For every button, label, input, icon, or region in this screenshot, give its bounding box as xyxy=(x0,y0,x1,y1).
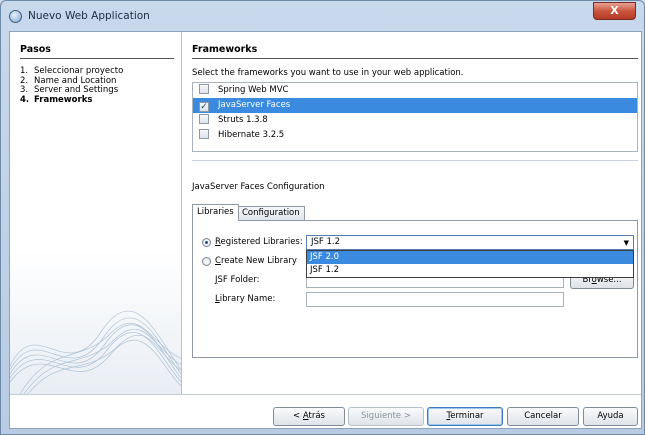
next-button[interactable]: Siguiente > xyxy=(348,407,424,426)
registered-libraries-label: Registered Libraries: xyxy=(215,237,303,247)
dialog-client-area: Pasos 1. Seleccionar proyecto 2. Name and … xyxy=(9,31,642,429)
framework-checkbox[interactable] xyxy=(199,84,209,94)
window-title: Nuevo Web Application xyxy=(28,10,150,22)
tab-libraries[interactable]: Libraries xyxy=(192,204,239,221)
chevron-down-icon[interactable]: ▼ xyxy=(624,237,629,250)
framework-label: Spring Web MVC xyxy=(218,85,289,95)
finish-button[interactable]: Terminar xyxy=(427,407,503,426)
framework-label: JavaServer Faces xyxy=(218,100,291,110)
framework-item-hibernate[interactable]: Hibernate 3.2.5 xyxy=(193,128,637,143)
jsf-folder-label: JSF Folder: xyxy=(215,275,260,285)
page-title: Frameworks xyxy=(192,44,258,55)
wizard-window: Nuevo Web Application X Pasos 1. Seleccio… xyxy=(0,0,645,435)
framework-checkbox[interactable] xyxy=(199,129,209,139)
section-divider xyxy=(192,160,638,161)
library-name-label: Library Name: xyxy=(215,294,276,304)
framework-checkbox[interactable] xyxy=(199,114,209,124)
close-icon: X xyxy=(610,4,619,17)
create-new-library-label: Create New Library xyxy=(215,256,297,266)
step-item-current: 4. Frameworks xyxy=(20,94,123,106)
decorative-wave-graphic xyxy=(10,310,181,394)
steps-divider xyxy=(20,58,174,59)
close-button[interactable]: X xyxy=(593,2,636,20)
registered-libraries-radio[interactable] xyxy=(202,238,211,247)
steps-list: 1. Seleccionar proyecto 2. Name and Locati… xyxy=(20,66,124,106)
help-button[interactable]: Ayuda xyxy=(583,407,638,426)
step-label: Seleccionar proyecto xyxy=(34,66,124,76)
framework-item-jsf[interactable]: ✓ JavaServer Faces xyxy=(193,98,637,113)
framework-label: Hibernate 3.2.5 xyxy=(218,130,285,140)
framework-checkbox-checked[interactable]: ✓ xyxy=(199,102,209,112)
combo-value: JSF 1.2 xyxy=(311,237,341,247)
frameworks-list[interactable]: Spring Web MVC ✓ JavaServer Faces Struts … xyxy=(192,82,638,152)
instruction-text: Select the frameworks you want to use in… xyxy=(192,68,464,78)
footer-divider xyxy=(10,394,641,395)
config-section-title: JavaServer Faces Configuration xyxy=(192,182,325,192)
create-new-library-radio[interactable] xyxy=(202,257,211,266)
step-number: 4. xyxy=(20,94,30,105)
steps-title: Pasos xyxy=(20,44,51,55)
step-label: Frameworks xyxy=(34,94,93,105)
registered-libraries-label-text: egistered Libraries: xyxy=(220,237,303,247)
framework-label: Struts 1.3.8 xyxy=(218,115,268,125)
app-icon xyxy=(9,10,22,23)
tab-configuration[interactable]: Configuration xyxy=(237,206,305,220)
dropdown-option-jsf20[interactable]: JSF 2.0 xyxy=(307,251,633,264)
cancel-button[interactable]: Cancelar xyxy=(507,407,579,426)
dropdown-option-jsf12[interactable]: JSF 1.2 xyxy=(307,264,633,277)
step-label: Server and Settings xyxy=(34,85,119,95)
title-divider xyxy=(192,58,638,59)
steps-panel: Pasos 1. Seleccionar proyecto 2. Name and … xyxy=(10,32,182,394)
library-name-field[interactable] xyxy=(306,292,564,307)
back-button[interactable]: < Atrás xyxy=(273,407,345,426)
libraries-dropdown-list[interactable]: JSF 2.0 JSF 1.2 xyxy=(306,250,634,278)
step-label: Name and Location xyxy=(34,75,117,86)
registered-libraries-combo[interactable]: JSF 1.2 ▼ xyxy=(306,235,634,250)
framework-item-struts[interactable]: Struts 1.3.8 xyxy=(193,113,637,128)
title-bar: Nuevo Web Application X xyxy=(1,1,644,31)
framework-item-spring[interactable]: Spring Web MVC xyxy=(193,83,637,98)
